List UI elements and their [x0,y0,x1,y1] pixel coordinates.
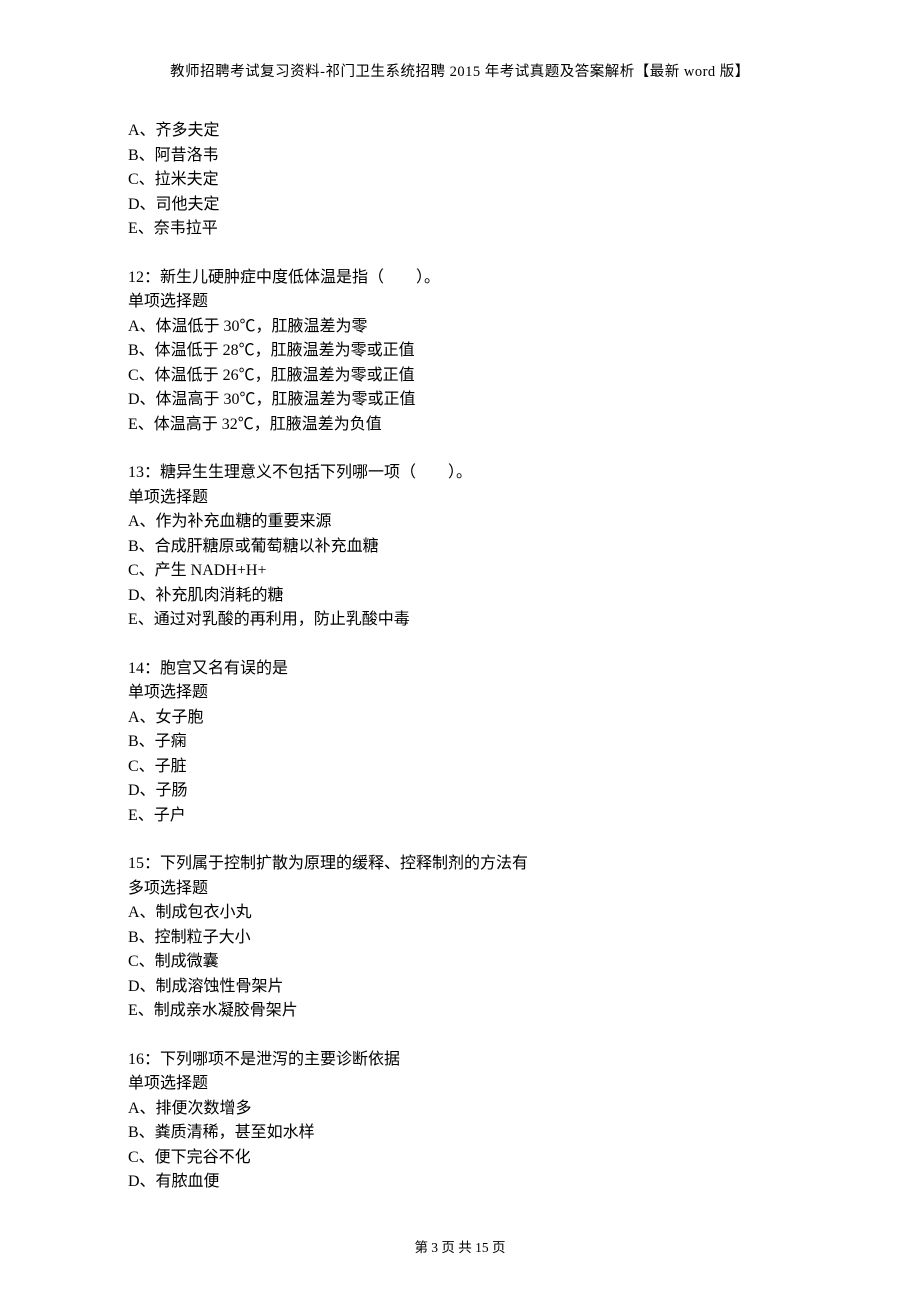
option-c: C、便下完谷不化 [128,1146,792,1171]
option-b: B、合成肝糖原或葡萄糖以补充血糖 [128,535,792,560]
option-a: A、排便次数增多 [128,1097,792,1122]
option-a: A、齐多夫定 [128,119,792,144]
question-stem: 14：胞宫又名有误的是 [128,657,792,682]
option-c: C、子脏 [128,755,792,780]
option-e: E、奈韦拉平 [128,217,792,242]
option-e: E、通过对乳酸的再利用，防止乳酸中毒 [128,608,792,633]
option-c: C、制成微囊 [128,950,792,975]
option-a: A、制成包衣小丸 [128,901,792,926]
question-14: 14：胞宫又名有误的是 单项选择题 A、女子胞 B、子痫 C、子脏 D、子肠 E… [128,657,792,829]
option-b: B、控制粒子大小 [128,926,792,951]
option-e: E、子户 [128,804,792,829]
option-d: D、体温高于 30℃，肛腋温差为零或正值 [128,388,792,413]
option-c: C、拉米夫定 [128,168,792,193]
question-stem: 12：新生儿硬肿症中度低体温是指（ ）。 [128,266,792,291]
partial-question-options: A、齐多夫定 B、阿昔洛韦 C、拉米夫定 D、司他夫定 E、奈韦拉平 [128,119,792,242]
question-type: 单项选择题 [128,681,792,706]
question-15: 15：下列属于控制扩散为原理的缓释、控释制剂的方法有 多项选择题 A、制成包衣小… [128,852,792,1024]
question-stem: 13：糖异生生理意义不包括下列哪一项（ ）。 [128,461,792,486]
question-stem: 15：下列属于控制扩散为原理的缓释、控释制剂的方法有 [128,852,792,877]
option-a: A、作为补充血糖的重要来源 [128,510,792,535]
page-number: 第 3 页 共 15 页 [414,1240,505,1255]
option-b: B、阿昔洛韦 [128,144,792,169]
question-16: 16：下列哪项不是泄泻的主要诊断依据 单项选择题 A、排便次数增多 B、粪质清稀… [128,1048,792,1195]
option-b: B、粪质清稀，甚至如水样 [128,1121,792,1146]
header-title: 教师招聘考试复习资料-祁门卫生系统招聘 2015 年考试真题及答案解析【最新 w… [170,64,750,80]
page: 教师招聘考试复习资料-祁门卫生系统招聘 2015 年考试真题及答案解析【最新 w… [0,0,920,1302]
option-b: B、体温低于 28℃，肛腋温差为零或正值 [128,339,792,364]
option-d: D、补充肌肉消耗的糖 [128,584,792,609]
question-type: 单项选择题 [128,1072,792,1097]
question-type: 单项选择题 [128,290,792,315]
option-e: E、体温高于 32℃，肛腋温差为负值 [128,413,792,438]
option-d: D、子肠 [128,779,792,804]
question-type: 单项选择题 [128,486,792,511]
option-e: E、制成亲水凝胶骨架片 [128,999,792,1024]
option-d: D、有脓血便 [128,1170,792,1195]
content-body: A、齐多夫定 B、阿昔洛韦 C、拉米夫定 D、司他夫定 E、奈韦拉平 12：新生… [128,119,792,1195]
page-footer: 第 3 页 共 15 页 [0,1236,920,1256]
option-b: B、子痫 [128,730,792,755]
question-stem: 16：下列哪项不是泄泻的主要诊断依据 [128,1048,792,1073]
option-a: A、女子胞 [128,706,792,731]
option-c: C、产生 NADH+H+ [128,559,792,584]
option-a: A、体温低于 30℃，肛腋温差为零 [128,315,792,340]
option-d: D、制成溶蚀性骨架片 [128,975,792,1000]
question-13: 13：糖异生生理意义不包括下列哪一项（ ）。 单项选择题 A、作为补充血糖的重要… [128,461,792,633]
option-d: D、司他夫定 [128,193,792,218]
question-12: 12：新生儿硬肿症中度低体温是指（ ）。 单项选择题 A、体温低于 30℃，肛腋… [128,266,792,438]
question-type: 多项选择题 [128,877,792,902]
option-c: C、体温低于 26℃，肛腋温差为零或正值 [128,364,792,389]
page-header: 教师招聘考试复习资料-祁门卫生系统招聘 2015 年考试真题及答案解析【最新 w… [128,60,792,81]
